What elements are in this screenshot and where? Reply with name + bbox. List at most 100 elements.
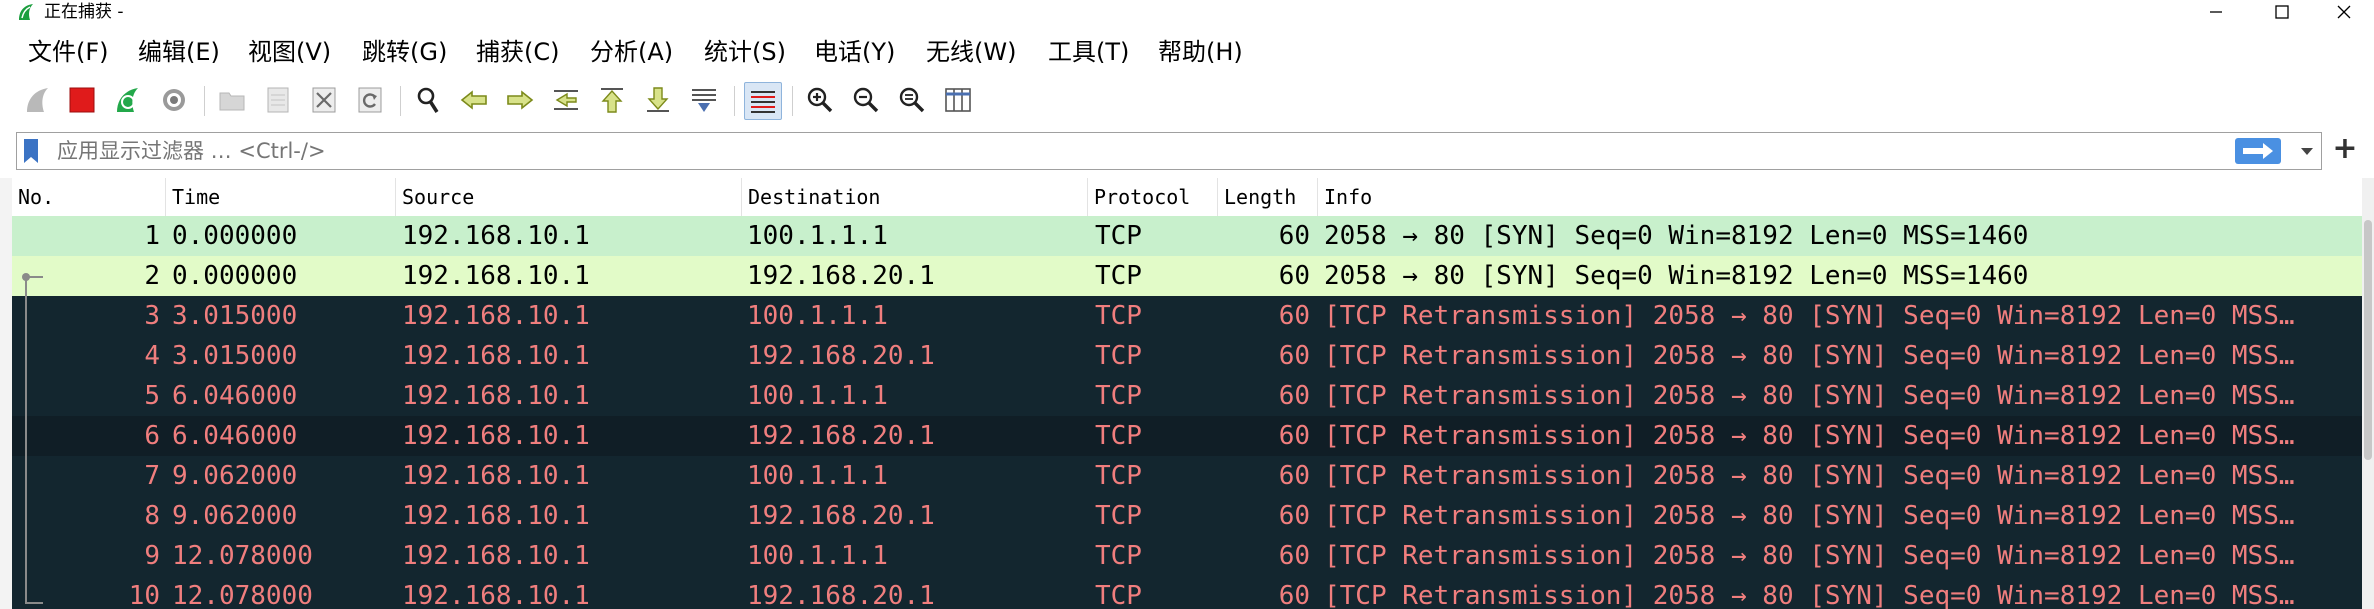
column-header-length[interactable]: Length <box>1218 178 1318 216</box>
packet-info: [TCP Retransmission] 2058 → 80 [SYN] Seq… <box>1324 301 2295 331</box>
packet-source: 192.168.10.1 <box>402 581 590 609</box>
table-row[interactable]: 6 6.046000 192.168.10.1 192.168.20.1 TCP 60 [T… <box>12 416 2362 456</box>
menu-tools[interactable]: 工具(T) <box>1048 30 1129 74</box>
main-toolbar <box>0 78 2374 122</box>
minimize-button[interactable] <box>2186 0 2246 24</box>
first-packet-button[interactable] <box>594 82 630 118</box>
column-header-destination[interactable]: Destination <box>742 178 1088 216</box>
packet-list: No. Time Source Destination Protocol Len… <box>12 178 2362 609</box>
save-file-button[interactable] <box>260 82 296 118</box>
reload-file-button[interactable] <box>352 82 388 118</box>
menu-capture[interactable]: 捕获(C) <box>476 30 559 74</box>
menu-view[interactable]: 视图(V) <box>248 30 331 74</box>
table-row[interactable]: 3 3.015000 192.168.10.1 100.1.1.1 TCP 60 [TCP … <box>12 296 2362 336</box>
save-file-icon <box>267 87 289 113</box>
packet-length: 60 <box>1278 381 1310 411</box>
resize-columns-icon <box>945 88 971 112</box>
wireshark-logo-icon <box>19 4 33 20</box>
start-capture-button[interactable] <box>20 82 56 118</box>
table-row[interactable]: 7 9.062000 192.168.10.1 100.1.1.1 TCP 60 [TCP … <box>12 456 2362 496</box>
chevron-down-icon[interactable] <box>2299 142 2315 160</box>
close-file-button[interactable] <box>306 82 342 118</box>
left-pane-edge <box>0 178 12 609</box>
packet-source: 192.168.10.1 <box>402 461 590 491</box>
scrollbar-thumb[interactable] <box>2364 220 2372 460</box>
menu-wireless[interactable]: 无线(W) <box>926 30 1016 74</box>
packet-length: 60 <box>1278 421 1310 451</box>
toolbar-separator <box>204 86 205 116</box>
table-row[interactable]: 1 0.000000 192.168.10.1 100.1.1.1 TCP 60 2058 … <box>12 216 2362 256</box>
packet-time: 9.062000 <box>172 501 298 531</box>
go-back-button[interactable] <box>456 82 492 118</box>
auto-scroll-button[interactable] <box>686 82 722 118</box>
packet-destination: 100.1.1.1 <box>747 461 888 491</box>
menu-help[interactable]: 帮助(H) <box>1158 30 1243 74</box>
menu-file[interactable]: 文件(F) <box>28 30 109 74</box>
restart-capture-button[interactable] <box>110 82 146 118</box>
bookmark-icon[interactable] <box>23 138 39 164</box>
packet-info: [TCP Retransmission] 2058 → 80 [SYN] Seq… <box>1324 341 2295 371</box>
packet-source: 192.168.10.1 <box>402 301 590 331</box>
packet-info: [TCP Retransmission] 2058 → 80 [SYN] Seq… <box>1324 581 2295 609</box>
packet-source: 192.168.10.1 <box>402 421 590 451</box>
column-header-time[interactable]: Time <box>166 178 396 216</box>
table-row[interactable]: 5 6.046000 192.168.10.1 100.1.1.1 TCP 60 [TCP … <box>12 376 2362 416</box>
arrow-right-icon <box>2243 143 2273 159</box>
zoom-out-button[interactable] <box>848 82 884 118</box>
find-packet-button[interactable] <box>410 82 446 118</box>
conversation-tree-branch <box>25 602 43 604</box>
table-row[interactable]: 10 12.078000 192.168.10.1 192.168.20.1 TCP 60… <box>12 576 2362 609</box>
add-filter-button[interactable]: + <box>2330 134 2360 164</box>
conversation-tree-line <box>25 276 27 604</box>
table-row[interactable]: 4 3.015000 192.168.10.1 192.168.20.1 TCP 60 [T… <box>12 336 2362 376</box>
go-back-icon <box>460 90 487 110</box>
column-header-no[interactable]: No. <box>12 178 166 216</box>
display-filter-input[interactable] <box>57 133 2207 169</box>
column-header-protocol[interactable]: Protocol <box>1088 178 1218 216</box>
stop-capture-button[interactable] <box>64 82 100 118</box>
window-title: 正在捕获 - <box>44 2 124 22</box>
packet-protocol: TCP <box>1095 221 1142 251</box>
menu-go[interactable]: 跳转(G) <box>362 30 447 74</box>
capture-options-button[interactable] <box>156 82 192 118</box>
column-header-source[interactable]: Source <box>396 178 742 216</box>
table-row[interactable]: 9 12.078000 192.168.10.1 100.1.1.1 TCP 60 [TCP… <box>12 536 2362 576</box>
packet-destination: 100.1.1.1 <box>747 541 888 571</box>
go-forward-button[interactable] <box>502 82 538 118</box>
resize-columns-button[interactable] <box>940 82 976 118</box>
packet-source: 192.168.10.1 <box>402 381 590 411</box>
packet-length: 60 <box>1278 541 1310 571</box>
menu-analyze[interactable]: 分析(A) <box>590 30 673 74</box>
packet-length: 60 <box>1278 341 1310 371</box>
table-row[interactable]: 8 9.062000 192.168.10.1 192.168.20.1 TCP 60 [T… <box>12 496 2362 536</box>
table-row[interactable]: 2 0.000000 192.168.10.1 192.168.20.1 TCP 60 20… <box>12 256 2362 296</box>
zoom-in-button[interactable] <box>802 82 838 118</box>
packet-info: [TCP Retransmission] 2058 → 80 [SYN] Seq… <box>1324 461 2295 491</box>
open-file-button[interactable] <box>214 82 250 118</box>
menu-telephony[interactable]: 电话(Y) <box>814 30 895 74</box>
packet-protocol: TCP <box>1095 261 1142 291</box>
close-file-icon <box>312 87 336 113</box>
start-capture-icon <box>27 88 48 112</box>
normal-size-button[interactable] <box>894 82 930 118</box>
menu-statistics[interactable]: 统计(S) <box>704 30 786 74</box>
colorize-button[interactable] <box>744 82 782 120</box>
column-header-info[interactable]: Info <box>1318 178 2362 216</box>
conversation-tree-node <box>22 273 30 281</box>
close-button[interactable] <box>2314 0 2374 24</box>
apply-filter-button[interactable] <box>2235 138 2281 164</box>
packet-protocol: TCP <box>1095 581 1142 609</box>
normal-size-icon <box>899 87 925 113</box>
packet-list-header: No. Time Source Destination Protocol Len… <box>12 178 2362 217</box>
last-packet-icon <box>647 87 669 112</box>
zoom-in-icon <box>807 87 833 113</box>
last-packet-button[interactable] <box>640 82 676 118</box>
packet-protocol: TCP <box>1095 461 1142 491</box>
packet-protocol: TCP <box>1095 341 1142 371</box>
close-icon <box>2337 5 2351 19</box>
menu-edit[interactable]: 编辑(E) <box>138 30 220 74</box>
maximize-icon <box>2275 5 2289 19</box>
packet-time: 0.000000 <box>172 261 298 291</box>
maximize-button[interactable] <box>2252 0 2312 24</box>
go-to-packet-button[interactable] <box>548 82 584 118</box>
